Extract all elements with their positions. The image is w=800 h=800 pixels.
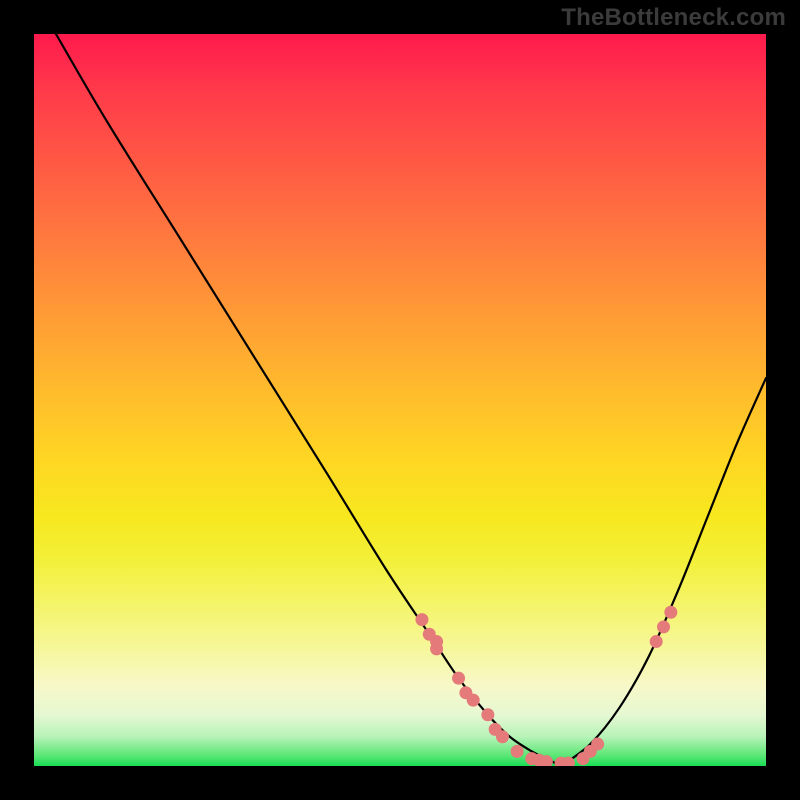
chart-svg (34, 34, 766, 766)
data-point (430, 642, 443, 655)
data-point (467, 694, 480, 707)
curve-left-curve (56, 34, 561, 766)
data-point (664, 606, 677, 619)
data-point (452, 672, 465, 685)
data-point (591, 738, 604, 751)
data-point (657, 620, 670, 633)
data-point (511, 745, 524, 758)
marker-group (415, 606, 677, 766)
curve-right-curve (561, 378, 766, 766)
data-point (415, 613, 428, 626)
chart-frame: TheBottleneck.com (0, 0, 800, 800)
data-point (650, 635, 663, 648)
curve-group (56, 34, 766, 766)
data-point (481, 708, 494, 721)
plot-area (34, 34, 766, 766)
data-point (496, 730, 509, 743)
watermark-text: TheBottleneck.com (561, 4, 786, 32)
